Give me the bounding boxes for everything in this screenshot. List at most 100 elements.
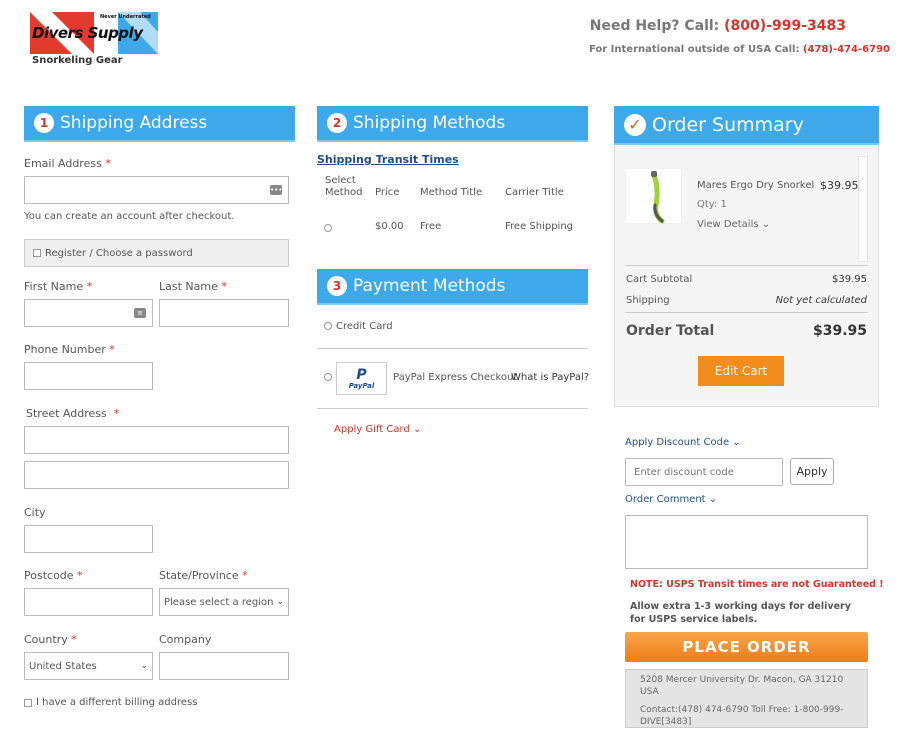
order-total-value: $39.95 xyxy=(812,323,867,339)
view-details-toggle[interactable]: View Details ⌄ xyxy=(697,219,770,230)
edit-cart-button[interactable]: Edit Cart xyxy=(698,356,784,386)
register-toggle[interactable]: Register / Choose a password xyxy=(24,239,289,267)
paypal-logo-text: PayPal xyxy=(348,381,375,390)
snorkel-icon xyxy=(651,171,665,224)
last-name-field[interactable] xyxy=(159,299,289,327)
col-select-method: Select Method xyxy=(325,175,363,198)
payment-methods-header: 3 Payment Methods xyxy=(317,269,588,305)
phone-field[interactable] xyxy=(24,362,153,390)
divider xyxy=(317,348,588,349)
order-comment-textarea[interactable] xyxy=(625,515,868,569)
store-contact: Contact:(478) 474-6790 Toll Free: 1-800-… xyxy=(640,705,844,727)
postcode-field[interactable] xyxy=(24,588,153,616)
item-price: $39.95 xyxy=(820,179,859,192)
paypal-label[interactable]: PayPal Express Checkout xyxy=(393,372,517,383)
divider xyxy=(625,265,868,266)
step-3-badge: 3 xyxy=(327,276,347,296)
store-address: 5208 Mercer University Dr. Macon, GA 312… xyxy=(640,675,844,697)
chevron-down-icon: ⌄ xyxy=(412,424,422,435)
register-checkbox[interactable] xyxy=(33,249,41,257)
chevron-down-icon: ⌄ xyxy=(732,437,741,448)
logo-subtitle: Snorkeling Gear xyxy=(32,55,123,66)
shipping-address-header: 1 Shipping Address xyxy=(24,106,295,142)
shipping-transit-times-link[interactable]: Shipping Transit Times xyxy=(317,153,459,166)
country-select-value: United States xyxy=(29,660,97,672)
street-label: Street Address * xyxy=(26,407,120,420)
intl-help-line: For International outside of USA Call: (… xyxy=(589,44,890,55)
phone-label: Phone Number * xyxy=(24,343,115,356)
col-method-title: Method Title xyxy=(420,187,483,198)
row-method-title: Free xyxy=(420,221,442,232)
apply-discount-toggle[interactable]: Apply Discount Code ⌄ xyxy=(625,437,741,448)
divider xyxy=(317,408,588,409)
state-select-value: Please select a region, s xyxy=(164,596,274,608)
chevron-down-icon: ⌄ xyxy=(761,219,771,230)
checkmark-icon: ✓ xyxy=(624,113,646,136)
what-is-paypal-link[interactable]: What is PayPal? xyxy=(511,372,589,383)
subtotal-value: $39.95 xyxy=(832,274,867,285)
street-line-1-field[interactable] xyxy=(24,426,289,454)
chevron-down-icon: ⌄ xyxy=(276,597,284,607)
intl-phone-link[interactable]: (478)-474-6790 xyxy=(803,44,890,55)
city-label: City xyxy=(24,506,46,519)
street-line-2-field[interactable] xyxy=(24,461,289,489)
apply-gift-card-link[interactable]: Apply Gift Card ⌄ xyxy=(334,424,421,435)
col-price: Price xyxy=(375,187,400,198)
logo-tagline: Never Underrated xyxy=(100,14,151,20)
chevron-down-icon: ⌄ xyxy=(140,661,148,671)
item-list-scrollbar[interactable] xyxy=(858,156,868,262)
help-prefix: Need Help? Call: xyxy=(589,18,725,34)
chevron-down-icon: ⌄ xyxy=(708,494,718,505)
billing-address-toggle[interactable]: I have a different billing address xyxy=(24,697,197,708)
store-address-box: 5208 Mercer University Dr. Macon, GA 312… xyxy=(625,669,868,728)
first-name-field[interactable]: ≡ xyxy=(24,299,153,327)
credit-card-radio[interactable] xyxy=(324,322,332,330)
intl-prefix: For International outside of USA Call: xyxy=(588,44,803,55)
city-field[interactable] xyxy=(24,525,153,553)
discount-code-input[interactable] xyxy=(625,458,783,486)
payment-methods-title: Payment Methods xyxy=(353,276,506,296)
subtotal-label: Cart Subtotal xyxy=(626,274,693,285)
credit-card-label[interactable]: Credit Card xyxy=(336,321,393,332)
autofill-icon: ••• xyxy=(270,185,283,195)
item-qty: Qty: 1 xyxy=(697,199,727,210)
col-carrier-title: Carrier Title xyxy=(505,187,564,198)
item-name: Mares Ergo Dry Snorkel xyxy=(697,180,815,191)
state-select[interactable]: Please select a region, s ⌄ xyxy=(159,588,289,616)
free-shipping-radio[interactable] xyxy=(324,224,332,232)
order-comment-toggle[interactable]: Order Comment ⌄ xyxy=(625,494,717,505)
paypal-radio[interactable] xyxy=(324,373,332,381)
order-summary-title: Order Summary xyxy=(652,113,804,136)
country-label: Country * xyxy=(24,633,77,646)
order-total-label: Order Total xyxy=(626,323,715,339)
last-name-label: Last Name * xyxy=(159,280,227,293)
company-field[interactable] xyxy=(159,652,289,680)
company-label: Company xyxy=(159,633,212,646)
paypal-p-icon: P xyxy=(356,366,367,383)
row-price: $0.00 xyxy=(375,221,404,232)
country-select[interactable]: United States ⌄ xyxy=(24,652,153,680)
email-field[interactable]: ••• xyxy=(24,176,289,204)
email-hint: You can create an account after checkout… xyxy=(24,211,235,222)
apply-discount-button[interactable]: Apply xyxy=(790,458,834,485)
help-phone-link[interactable]: (800)-999-3483 xyxy=(724,18,846,34)
shipping-address-title: Shipping Address xyxy=(60,113,208,133)
divers-supply-logo[interactable]: Divers Supply Never Underrated xyxy=(30,12,158,54)
usps-notice: NOTE: USPS Transit times are not Guarant… xyxy=(630,579,884,590)
shipping-label: Shipping xyxy=(626,295,670,306)
shipping-methods-title: Shipping Methods xyxy=(353,113,506,133)
place-order-button[interactable]: PLACE ORDER xyxy=(625,632,868,662)
postcode-label: Postcode * xyxy=(24,569,83,582)
email-label: Email Address * xyxy=(24,157,111,170)
billing-checkbox[interactable] xyxy=(24,698,32,707)
shipping-methods-header: 2 Shipping Methods xyxy=(317,106,588,142)
help-line: Need Help? Call: (800)-999-3483 xyxy=(590,18,846,34)
usps-extra-days: Allow extra 1-3 working days for deliver… xyxy=(630,601,851,625)
register-label: Register / Choose a password xyxy=(45,247,193,259)
logo-text: Divers Supply xyxy=(32,24,143,42)
product-thumbnail xyxy=(625,168,682,224)
state-label: State/Province * xyxy=(159,569,248,582)
first-name-label: First Name * xyxy=(24,280,93,293)
step-1-badge: 1 xyxy=(34,113,54,133)
paypal-logo: P PayPal xyxy=(336,362,387,395)
